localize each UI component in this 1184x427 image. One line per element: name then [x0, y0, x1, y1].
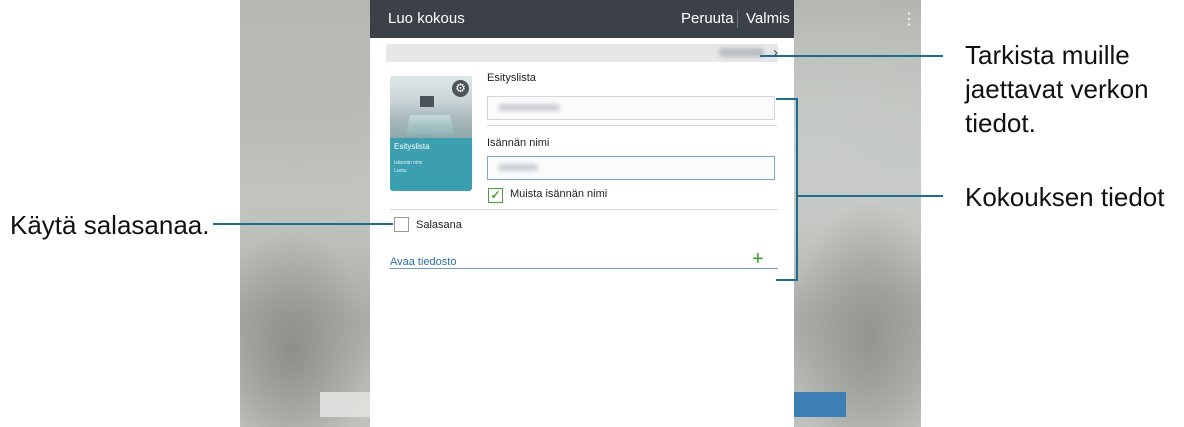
- cover-created-line: Luotu: [394, 168, 407, 174]
- agenda-label: Esityslista: [487, 72, 536, 84]
- meeting-bracket-bottom: [776, 279, 798, 281]
- overflow-menu-icon[interactable]: ⋮: [901, 10, 917, 30]
- dialog-title: Luo kokous: [388, 10, 465, 27]
- network-callout-line-2: jaettavat verkon: [965, 74, 1149, 104]
- agenda-input-blurred-value: [498, 104, 560, 111]
- background-button-right: [793, 392, 846, 417]
- password-label: Salasana: [416, 219, 462, 231]
- network-info-blurred-text: [719, 48, 764, 57]
- password-checkbox[interactable]: [394, 217, 409, 232]
- create-meeting-dialog: Luo kokous Peruuta Valmis › ⚙ Esityslist…: [370, 0, 794, 427]
- network-callout-line-1: Tarkista muille: [965, 40, 1130, 70]
- checkmark-icon: ✓: [490, 188, 501, 202]
- meeting-cover-card[interactable]: ⚙ Esityslista Isännän nimi Luotu: [390, 76, 472, 191]
- dialog-title-bar: Luo kokous Peruuta Valmis: [370, 0, 794, 38]
- meeting-bracket-vertical: [796, 98, 798, 281]
- plus-icon[interactable]: +: [752, 248, 764, 270]
- cover-photo-screen: [420, 96, 434, 107]
- cover-host-line: Isännän nimi: [394, 160, 423, 166]
- open-file-underline: [390, 268, 778, 269]
- meeting-callout-line: [798, 195, 943, 197]
- cover-photo: ⚙: [390, 76, 472, 138]
- gear-icon[interactable]: ⚙: [452, 80, 469, 97]
- open-file-label[interactable]: Avaa tiedosto: [390, 256, 456, 268]
- network-callout-line-3: tiedot.: [965, 108, 1036, 138]
- host-name-input-blurred-value: [498, 164, 538, 171]
- title-bar-divider: [737, 10, 738, 28]
- cancel-button[interactable]: Peruuta: [681, 10, 734, 27]
- agenda-input[interactable]: [487, 96, 775, 120]
- remember-host-checkbox[interactable]: ✓: [488, 188, 503, 203]
- done-button[interactable]: Valmis: [746, 10, 790, 27]
- remember-host-label: Muista isännän nimi: [510, 188, 608, 200]
- host-name-label: Isännän nimi: [487, 137, 550, 149]
- chevron-right-icon[interactable]: ›: [773, 44, 778, 62]
- network-callout-line: [760, 55, 943, 57]
- agenda-divider: [487, 125, 777, 126]
- password-callout-text: Käytä salasanaa.: [10, 210, 210, 240]
- host-name-input[interactable]: [487, 156, 775, 180]
- section-divider: [390, 209, 778, 210]
- network-info-row[interactable]: ›: [386, 44, 778, 62]
- meeting-callout-text: Kokouksen tiedot: [965, 182, 1165, 212]
- network-callout-text: Tarkista muille jaettavat verkon tiedot.: [965, 38, 1149, 140]
- password-callout-line: [213, 223, 393, 225]
- meeting-bracket-top: [776, 98, 798, 100]
- cover-title: Esityslista: [394, 142, 430, 151]
- cover-photo-table: [405, 115, 455, 136]
